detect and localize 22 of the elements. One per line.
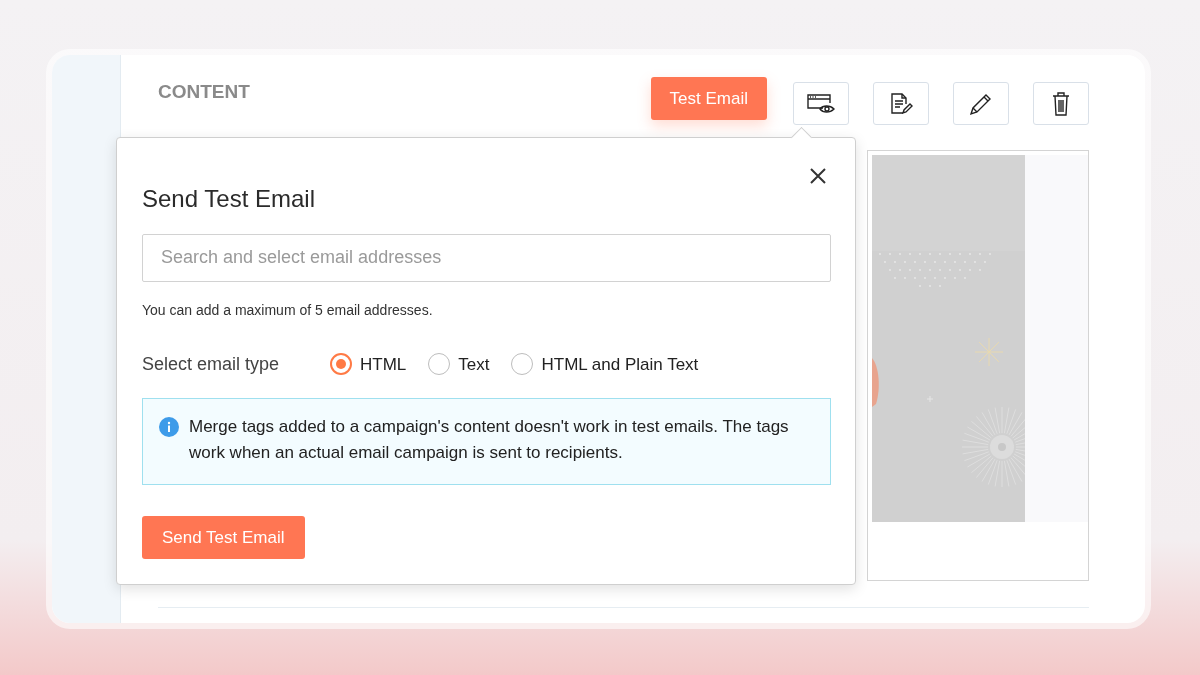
trash-icon [1051,90,1071,117]
dialog-title: Send Test Email [142,185,316,214]
radio-button[interactable] [330,353,352,376]
hint-text: You can add a maximum of 5 email addresses. [142,300,434,320]
email-type-label: Select email type [142,352,281,376]
info-icon [159,416,179,437]
radio-button[interactable] [511,353,534,376]
info-text: Merge tags added to a campaign's content doesn't work in test emails. The tags work when an actual email campaign is sent to recipients. [189,415,790,465]
toolbar-button[interactable] [953,82,1009,125]
radio-option[interactable]: HTML [330,351,407,378]
document-edit-icon [889,91,913,116]
toolbar-button[interactable] [873,82,929,125]
close-button[interactable] [809,167,827,185]
radio-option[interactable]: Text [428,351,490,378]
email-search-field[interactable]: Search and select email addresses [142,233,831,282]
radio-option[interactable]: HTML and Plain Text [511,351,699,378]
toolbar-button[interactable] [1033,82,1089,125]
preview-icon [806,92,836,115]
radio-button[interactable] [428,353,451,376]
toolbar-button[interactable] [793,82,849,125]
close-icon [809,167,827,185]
section-title: CONTENT [158,80,250,104]
